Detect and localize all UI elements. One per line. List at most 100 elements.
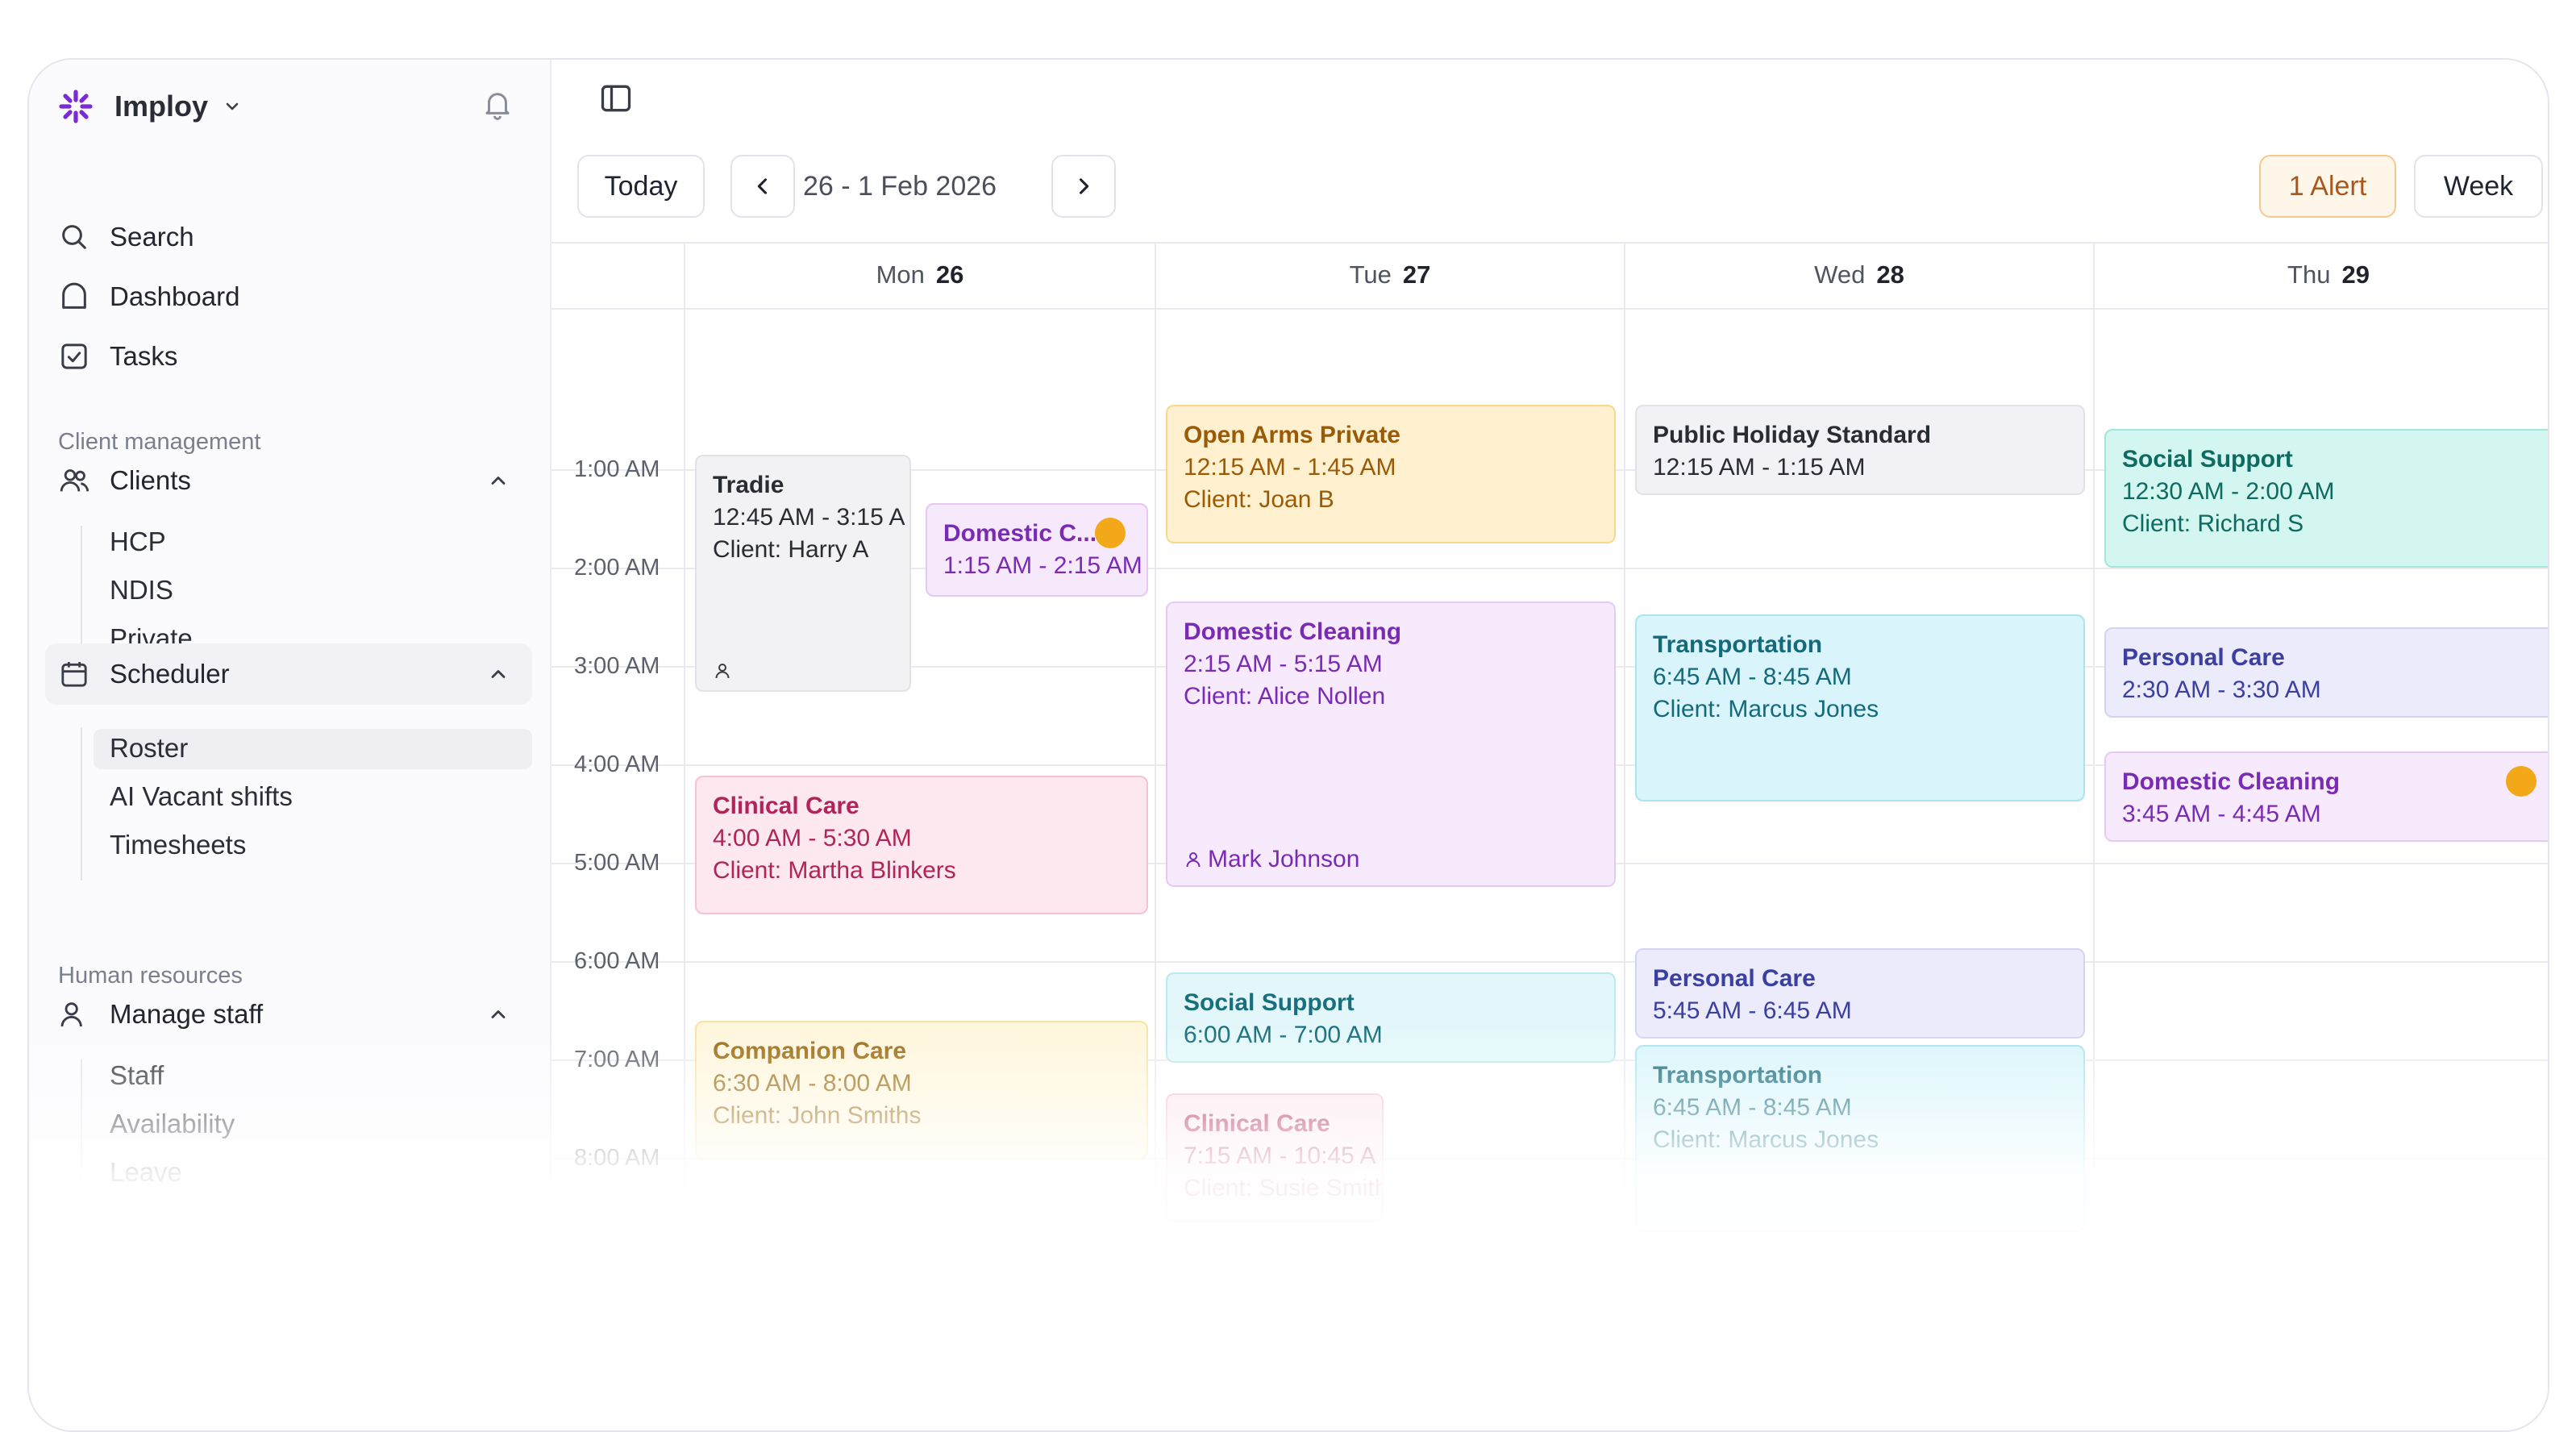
day-name: Tue	[1349, 260, 1392, 289]
shift-card[interactable]: Public Holiday Standard 12:15 AM - 1:15 …	[1635, 405, 2085, 495]
nav-dashboard-label: Dashboard	[110, 281, 240, 311]
shift-card[interactable]: Clinical Care 4:00 AM - 5:30 AM Client: …	[695, 776, 1148, 914]
shift-card[interactable]: Companion Care 6:30 AM - 8:00 AM Client:…	[695, 1021, 1148, 1159]
shift-card[interactable]: Open Arms Private 12:15 AM - 1:45 AM Cli…	[1166, 405, 1616, 543]
calendar-icon	[58, 658, 90, 690]
shift-time: 12:15 AM - 1:45 AM	[1184, 454, 1396, 481]
app-name: Imploy	[114, 90, 209, 123]
search-icon	[58, 221, 90, 253]
day-date: 29	[2341, 260, 2370, 289]
tree-guide-line	[81, 1059, 82, 1213]
shift-card[interactable]: Social Support 6:00 AM - 7:00 AM	[1166, 972, 1616, 1063]
home-icon	[58, 281, 90, 313]
user-icon	[58, 998, 90, 1030]
chevron-right-icon	[1079, 178, 1089, 194]
shift-title: Clinical Care	[713, 793, 859, 819]
nav-manage-staff[interactable]: Manage staff	[58, 990, 263, 1039]
shift-client: Client: Marcus Jones	[1653, 1126, 1879, 1153]
grid-line	[551, 961, 2548, 963]
shift-title: Transportation	[1653, 631, 1823, 658]
shift-client: Client: John Smiths	[713, 1102, 922, 1129]
clock-icon	[2506, 766, 2536, 797]
view-select-week[interactable]: Week	[2414, 155, 2543, 218]
day-header-tue: Tue 27	[1156, 242, 1624, 308]
nav-tasks[interactable]: Tasks	[58, 332, 177, 381]
shift-card[interactable]: Domestic Cleaning 2:15 AM - 5:15 AM Clie…	[1166, 602, 1616, 887]
chevron-up-icon[interactable]	[487, 1003, 510, 1026]
shift-time: 1:15 AM - 2:15 AM	[943, 552, 1142, 579]
clock-icon	[1095, 518, 1126, 548]
sidebar-item-hcp[interactable]: HCP	[110, 522, 166, 561]
human-resources-heading: Human resources	[58, 963, 243, 989]
shift-card[interactable]: Transportation 6:45 AM - 8:45 AM Client:…	[1635, 614, 2085, 801]
workspace-switcher[interactable]: Imploy	[56, 73, 242, 140]
nav-scheduler-label: Scheduler	[110, 659, 230, 689]
sidebar-toggle-icon[interactable]	[598, 81, 634, 116]
shift-time: 12:15 AM - 1:15 AM	[1653, 454, 1866, 481]
bell-icon[interactable]	[481, 87, 514, 121]
shift-client: Client: Joan B	[1184, 486, 1334, 513]
sidebar-item-ai-vacant-shifts[interactable]: AI Vacant shifts	[110, 777, 293, 816]
shift-client: Client: Marcus Jones	[1653, 696, 1879, 722]
shift-time: 6:30 AM - 8:00 AM	[713, 1070, 912, 1097]
shift-card[interactable]: Personal Care 5:45 AM - 6:45 AM	[1635, 948, 2085, 1039]
shift-time: 6:45 AM - 8:45 AM	[1653, 1094, 1852, 1121]
shift-card[interactable]: Transportation 6:45 AM - 8:45 AM Client:…	[1635, 1045, 2085, 1232]
shift-card[interactable]: Tradie 12:45 AM - 3:15 A Client: Harry A	[695, 455, 911, 692]
shift-time: 6:00 AM - 7:00 AM	[1184, 1022, 1383, 1048]
sidebar-item-ndis[interactable]: NDIS	[110, 571, 173, 610]
nav-search[interactable]: Search	[58, 213, 194, 261]
time-label: 3:00 AM	[574, 653, 660, 679]
shift-card[interactable]: Domestic Cleaning 3:45 AM - 4:45 AM	[2104, 751, 2548, 842]
sidebar-item-leave[interactable]: Leave	[110, 1153, 182, 1192]
time-label: 5:00 AM	[574, 850, 660, 876]
chevron-down-icon	[226, 102, 239, 110]
shift-card[interactable]: Clinical Care 7:15 AM - 10:45 A Client: …	[1166, 1093, 1384, 1222]
shift-time: 5:45 AM - 6:45 AM	[1653, 997, 1852, 1024]
checkbox-icon	[58, 340, 90, 373]
shift-card[interactable]: Domestic C... 1:15 AM - 2:15 AM	[926, 503, 1148, 597]
nav-search-label: Search	[110, 222, 194, 252]
day-date: 26	[935, 260, 964, 289]
shift-time: 2:15 AM - 5:15 AM	[1184, 651, 1383, 677]
chevron-up-icon[interactable]	[487, 663, 510, 685]
nav-tasks-label: Tasks	[110, 341, 178, 371]
shift-time: 3:45 AM - 4:45 AM	[2122, 801, 2321, 827]
main-area: Today 26 - 1 Feb 2026 1 Alert Week Mon 26…	[551, 60, 2548, 1430]
time-label: 4:00 AM	[574, 751, 660, 777]
shift-client: Client: Harry A	[713, 536, 869, 563]
week-grid: Mon 26 Tue 27 Wed 28 Thu 29 1:00 AM 2:00 AM …	[551, 242, 2548, 1430]
nav-clients[interactable]: Clients	[58, 456, 191, 505]
grid-line	[551, 242, 2548, 244]
chevron-up-icon[interactable]	[487, 469, 510, 492]
client-management-heading: Client management	[58, 429, 261, 455]
sidebar-item-availability[interactable]: Availability	[110, 1105, 235, 1143]
sidebar-item-timesheets[interactable]: Timesheets	[110, 826, 246, 864]
shift-title: Transportation	[1653, 1062, 1823, 1089]
grid-line	[2093, 242, 2095, 1430]
nav-manage-staff-label: Manage staff	[110, 999, 264, 1029]
alerts-button[interactable]: 1 Alert	[2259, 155, 2396, 218]
person-icon	[1186, 852, 1201, 868]
shift-time: 7:15 AM - 10:45 A	[1184, 1143, 1376, 1169]
shift-client: Client: Alice Nollen	[1184, 683, 1386, 710]
users-icon	[58, 464, 90, 497]
nav-dashboard[interactable]: Dashboard	[58, 273, 239, 321]
shift-title: Personal Care	[1653, 965, 1816, 992]
nav-scheduler[interactable]: Scheduler	[58, 650, 230, 698]
sidebar-item-staff[interactable]: Staff	[110, 1056, 164, 1095]
next-week-button[interactable]	[1051, 155, 1116, 218]
today-button[interactable]: Today	[577, 155, 705, 218]
day-date: 28	[1876, 260, 1904, 289]
shift-card[interactable]: Personal Care 2:30 AM - 3:30 AM	[2104, 627, 2548, 718]
time-label: 1:00 AM	[574, 456, 660, 482]
assigned-staff: Mark Johnson	[1208, 846, 1360, 872]
time-label: 2:00 AM	[574, 555, 660, 581]
prev-week-button[interactable]	[730, 155, 795, 218]
sidebar-item-roster[interactable]: Roster	[110, 729, 188, 768]
sidebar: Imploy Search Dashboard Tasks Client man…	[29, 60, 551, 1430]
shift-card[interactable]: Social Support 12:30 AM - 2:00 AM Client…	[2104, 429, 2548, 568]
shift-time: 6:45 AM - 8:45 AM	[1653, 664, 1852, 690]
tree-guide-line	[81, 727, 82, 880]
shift-client: Client: Martha Blinkers	[713, 857, 956, 884]
